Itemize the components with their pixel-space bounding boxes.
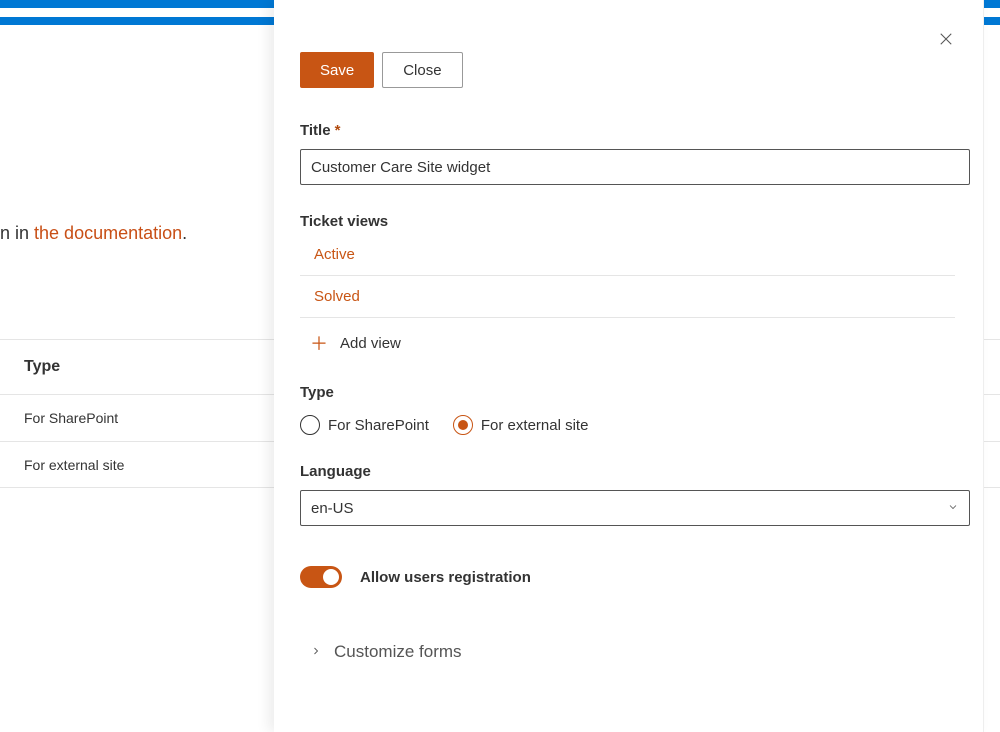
language-value: en-US: [311, 500, 354, 517]
allow-registration-toggle[interactable]: [300, 566, 342, 588]
toggle-label: Allow users registration: [360, 569, 531, 586]
add-view-button[interactable]: ＋ Add view: [300, 318, 955, 356]
ticket-view-item[interactable]: Active: [300, 234, 955, 276]
language-select[interactable]: en-US: [300, 490, 970, 526]
radio-for-sharepoint[interactable]: For SharePoint: [300, 415, 429, 435]
plus-icon: ＋: [310, 330, 328, 356]
radio-label: For external site: [481, 417, 589, 434]
language-label: Language: [300, 463, 955, 480]
side-panel: Save Close Title* Ticket views Active So…: [274, 0, 984, 732]
ticket-view-item[interactable]: Solved: [300, 276, 955, 318]
chevron-down-icon: [947, 500, 959, 517]
close-icon[interactable]: [937, 30, 957, 50]
toggle-knob: [323, 569, 339, 585]
radio-label: For SharePoint: [328, 417, 429, 434]
row-type-label: For external site: [24, 457, 124, 473]
customize-forms-expander[interactable]: Customize forms: [300, 642, 955, 662]
ticket-views-label: Ticket views: [300, 213, 955, 230]
save-button[interactable]: Save: [300, 52, 374, 88]
close-button[interactable]: Close: [382, 52, 462, 88]
row-type-label: For SharePoint: [24, 410, 118, 426]
expand-label: Customize forms: [334, 642, 462, 662]
add-view-label: Add view: [340, 335, 401, 352]
radio-for-external-site[interactable]: For external site: [453, 415, 589, 435]
title-input[interactable]: [300, 149, 970, 185]
radio-icon: [300, 415, 320, 435]
chevron-right-icon: [310, 642, 322, 662]
title-label: Title*: [300, 122, 955, 139]
type-label: Type: [300, 384, 955, 401]
radio-icon: [453, 415, 473, 435]
documentation-link[interactable]: the documentation: [34, 223, 182, 243]
